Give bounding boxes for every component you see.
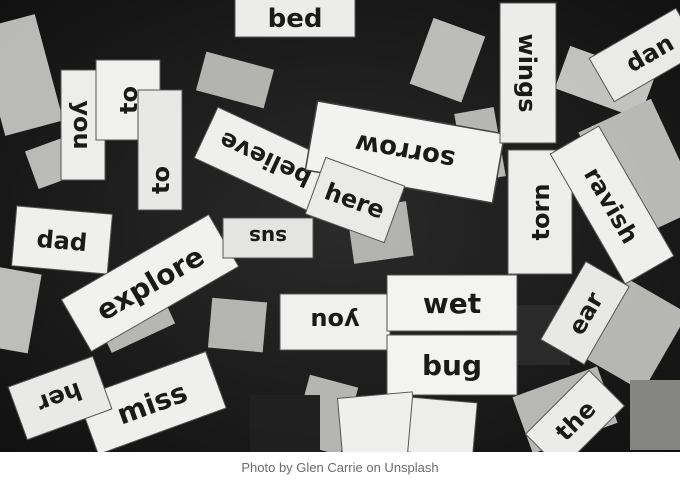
tile-you-2: you bbox=[279, 293, 391, 351]
tile-dad: dad bbox=[11, 205, 113, 275]
photo-credit-caption: Photo by Glen Carrie on Unsplash bbox=[241, 460, 439, 475]
photo: bed you to to believe sorrow wings dan d… bbox=[0, 0, 680, 452]
svg-text:dad: dad bbox=[36, 225, 89, 257]
svg-text:sus: sus bbox=[249, 225, 287, 249]
tile-bed: bed bbox=[234, 0, 356, 38]
svg-text:wet: wet bbox=[423, 287, 481, 320]
svg-text:bug: bug bbox=[422, 349, 482, 382]
svg-text:you: you bbox=[310, 307, 359, 335]
tile-wet: wet bbox=[386, 274, 518, 332]
tile-wings: wings bbox=[499, 2, 557, 144]
tile-bug: bug bbox=[386, 334, 518, 396]
tile-partial-bottom bbox=[336, 391, 478, 452]
svg-text:you: you bbox=[68, 100, 96, 149]
svg-text:to: to bbox=[147, 166, 175, 194]
svg-text:torn: torn bbox=[527, 184, 555, 241]
svg-text:wings: wings bbox=[513, 34, 541, 113]
svg-text:bed: bed bbox=[268, 4, 323, 34]
tile-sus: sus bbox=[222, 217, 314, 259]
tile-to-2: to bbox=[137, 89, 183, 211]
poetry-tiles-image: bed you to to believe sorrow wings dan d… bbox=[0, 0, 680, 452]
